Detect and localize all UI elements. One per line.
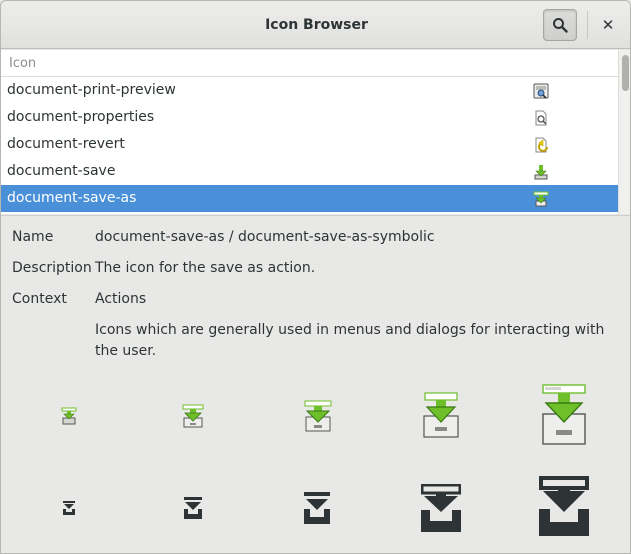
window-title: Icon Browser — [265, 17, 368, 33]
list-item-label: document-save-as — [7, 190, 137, 206]
name-label: Name — [12, 229, 54, 245]
description-value: The icon for the save as action. — [95, 260, 316, 276]
list-item[interactable]: document-print-preview — [1, 77, 618, 104]
document-save-as-symbolic-icon-48[interactable] — [421, 484, 461, 532]
list-item[interactable]: document-save — [1, 158, 618, 185]
icon-browser-window: Icon Browser ✕ Icon document-print-previ… — [0, 0, 631, 554]
context-value: Actions — [95, 291, 147, 307]
column-header-icon[interactable]: Icon — [1, 50, 618, 77]
list-item[interactable]: document-properties — [1, 104, 618, 131]
list-item-label: document-revert — [7, 136, 125, 152]
scrollbar-thumb[interactable] — [622, 55, 629, 91]
description-label: Description — [12, 260, 92, 276]
name-value: document-save-as / document-save-as-symb… — [95, 229, 435, 245]
document-save-as-symbolic-icon-64[interactable] — [539, 476, 589, 536]
document-save-as-icon-32[interactable] — [302, 400, 334, 432]
document-save-as-icon-64[interactable] — [541, 384, 587, 446]
document-save-as-symbolic-icon-16[interactable] — [63, 501, 75, 515]
list-item-label: document-properties — [7, 109, 155, 125]
document-save-icon — [534, 165, 548, 180]
document-print-preview-icon — [533, 83, 549, 99]
list-scrollbar[interactable] — [618, 50, 630, 214]
document-save-as-symbolic-icon-32[interactable] — [304, 492, 330, 524]
header-bar: Icon Browser ✕ — [1, 1, 630, 49]
document-save-as-symbolic-icon-24[interactable] — [184, 497, 202, 519]
header-separator — [587, 11, 588, 39]
document-properties-icon — [535, 110, 547, 126]
close-icon: ✕ — [601, 16, 615, 34]
close-button[interactable]: ✕ — [595, 11, 621, 39]
list-item-label: document-save — [7, 163, 116, 179]
context-label: Context — [12, 291, 67, 307]
search-button[interactable] — [543, 9, 577, 41]
document-save-as-icon-48[interactable] — [421, 392, 461, 438]
icon-list[interactable]: Icon document-print-preview document-pro… — [1, 50, 630, 214]
document-save-as-icon-24[interactable] — [181, 404, 205, 428]
list-item-selected[interactable]: document-save-as — [1, 185, 618, 212]
document-save-as-icon-16[interactable] — [61, 407, 77, 425]
document-revert-icon — [535, 137, 548, 153]
list-item[interactable]: document-revert — [1, 131, 618, 158]
document-save-as-icon — [533, 191, 549, 207]
list-item-label: document-print-preview — [7, 82, 176, 98]
search-icon — [553, 18, 568, 33]
icon-details-panel: Name document-save-as / document-save-as… — [1, 215, 630, 553]
context-description: Icons which are generally used in menus … — [95, 322, 605, 359]
